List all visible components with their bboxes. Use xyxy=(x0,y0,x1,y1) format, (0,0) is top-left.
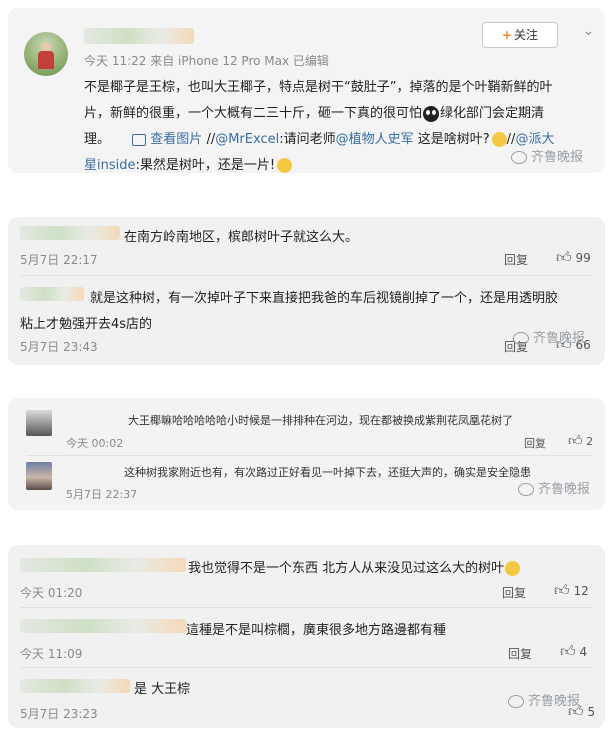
commenter-name-blurred[interactable] xyxy=(20,679,130,693)
comment-time: 5月7日 22:17 xyxy=(20,253,98,267)
post-body-line3: 理。 查看图片 //@MrExcel:请问老师@植物人史军 这是啥树叶?//@派… xyxy=(84,132,555,147)
comment-text: 這種是不是叫棕櫚，廣東很多地方路邊都有種 xyxy=(186,623,447,638)
reply-button[interactable]: 回复 xyxy=(524,435,546,451)
comment-text-line2: 粘上才勉强开去4s店的 xyxy=(20,317,153,332)
thumbs-up-icon: 👍︎ xyxy=(554,581,570,599)
commenter-avatar[interactable] xyxy=(26,410,52,436)
like-button[interactable]: 👍︎ 4 xyxy=(560,642,587,661)
comment-group-2: 大王椰嘛哈哈哈哈哈小时候是一排排种在河边，现在都被换成紫荆花凤凰花树了 今天 0… xyxy=(8,398,605,510)
plus-icon: + xyxy=(501,28,513,42)
watermark: 齐鲁晚报 xyxy=(511,146,583,165)
post-body-line2: 片，新鲜的很重，一个大概有二三十斤，砸一下真的很可怕 绿化部门会定期清 xyxy=(84,105,545,122)
mention-paidaxing-cont[interactable]: 星inside xyxy=(84,158,136,173)
commenter-avatar[interactable] xyxy=(26,462,52,490)
divider xyxy=(20,607,593,608)
watermark: 齐鲁晚报 xyxy=(508,690,580,709)
comment-time: 今天 00:02 xyxy=(66,437,124,450)
divider xyxy=(26,455,593,456)
comment-group-1: 在南方岭南地区，槟郎树叶子就这么大。 5月7日 22:17 回复 👍︎ 99 就… xyxy=(8,217,605,365)
thumbs-up-icon: 👍︎ xyxy=(560,642,576,660)
divider xyxy=(20,667,593,668)
like-button[interactable]: 👍︎ 2 xyxy=(568,432,593,449)
comment-text: 这种树我家附近也有，有次路过正好看见一叶掉下去，还挺大声的，确实是安全隐患 xyxy=(124,466,531,479)
like-count: 12 xyxy=(573,584,589,598)
post-body-line4: 星inside:果然是树叶，还是一片! xyxy=(84,154,293,173)
comment-time: 5月7日 23:23 xyxy=(20,707,98,721)
post-meta: 今天 11:22 来自 iPhone 12 Pro Max 已编辑 xyxy=(84,54,329,68)
like-button[interactable]: 👍︎ 99 xyxy=(556,248,591,267)
watermark: 齐鲁晚报 xyxy=(513,327,585,346)
qilu-logo-icon xyxy=(511,151,527,164)
comment-text: 大王椰嘛哈哈哈哈哈小时候是一排排种在河边，现在都被换成紫荆花凤凰花树了 xyxy=(128,414,513,427)
comment-time: 5月7日 22:37 xyxy=(66,488,138,501)
thumbs-up-icon: 👍︎ xyxy=(568,433,583,449)
mention-paidaxing[interactable]: @派大 xyxy=(515,132,554,147)
commenter-name-blurred[interactable] xyxy=(20,619,186,633)
commenter-name-blurred[interactable] xyxy=(20,226,120,240)
like-count: 99 xyxy=(575,251,591,265)
qilu-logo-icon xyxy=(513,332,529,345)
qilu-logo-icon xyxy=(518,483,534,496)
comment-text: 我也觉得不是一个东西 北方人从来没见过这么大的树叶 xyxy=(188,557,521,576)
commenter-name-blurred[interactable] xyxy=(20,287,84,301)
comment-time: 今天 11:09 xyxy=(20,647,83,661)
watermark: 齐鲁晚报 xyxy=(518,478,590,497)
mention-zhiwuren-shijun[interactable]: @植物人史军 xyxy=(336,132,414,147)
image-icon xyxy=(132,133,147,146)
commenter-name-blurred[interactable] xyxy=(20,558,186,572)
view-image-link[interactable]: 查看图片 xyxy=(150,132,202,147)
weibo-post-card: 今天 11:22 来自 iPhone 12 Pro Max 已编辑 + 关注 ⌄ … xyxy=(8,8,605,173)
follow-label: 关注 xyxy=(514,28,539,42)
smile-emoji-icon xyxy=(277,158,293,173)
like-count: 4 xyxy=(579,645,588,659)
post-author-name-blurred[interactable] xyxy=(84,28,194,44)
comment-time: 今天 01:20 xyxy=(20,586,83,600)
comment-text: 是 大王棕 xyxy=(134,682,191,697)
ghost-emoji-icon xyxy=(423,105,440,122)
reply-button[interactable]: 回复 xyxy=(508,645,532,662)
post-author-avatar[interactable] xyxy=(24,32,68,76)
comment-time: 5月7日 23:43 xyxy=(20,340,98,354)
thumbs-up-icon: 👍︎ xyxy=(556,248,572,266)
like-button[interactable]: 👍︎ 12 xyxy=(554,581,589,600)
follow-button[interactable]: + 关注 xyxy=(482,22,558,48)
mention-mrexcel[interactable]: @MrExcel xyxy=(215,132,279,147)
laugh-cry-emoji-icon xyxy=(505,561,521,576)
divider xyxy=(20,275,593,276)
reply-button[interactable]: 回复 xyxy=(502,584,526,601)
chevron-down-icon[interactable]: ⌄ xyxy=(583,24,594,39)
thinking-emoji-icon xyxy=(491,132,507,147)
reply-button[interactable]: 回复 xyxy=(504,251,528,268)
like-count: 2 xyxy=(586,435,594,448)
comment-group-3: 我也觉得不是一个东西 北方人从来没见过这么大的树叶 今天 01:20 回复 👍︎… xyxy=(8,545,605,728)
qilu-logo-icon xyxy=(508,695,524,708)
comment-text: 在南方岭南地区，槟郎树叶子就这么大。 xyxy=(124,230,359,245)
comment-text-line1: 就是这种树，有一次掉叶子下来直接把我爸的车后视镜削掉了一个，还是用透明胶 xyxy=(90,291,559,306)
like-count: 5 xyxy=(587,705,596,719)
post-body-line1: 不是椰子是王棕，也叫大王椰子，特点是树干“鼓肚子”，掉落的是个叶鞘新鲜的叶 xyxy=(84,80,553,95)
